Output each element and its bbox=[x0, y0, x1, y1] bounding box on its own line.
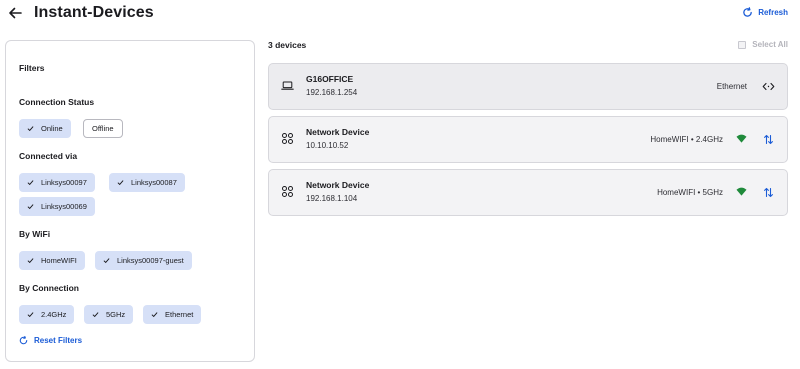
check-icon bbox=[27, 126, 34, 132]
filters-panel: Filters Connection Status Online Offline… bbox=[5, 40, 255, 362]
page-title: Instant-Devices bbox=[34, 4, 154, 21]
chip-label: Linksys00087 bbox=[131, 178, 177, 187]
check-icon bbox=[117, 180, 124, 186]
chip-offline[interactable]: Offline bbox=[83, 119, 123, 138]
by-wifi-title: By WiFi bbox=[19, 229, 51, 239]
device-card[interactable]: Network Device 192.168.1.104 HomeWIFI • … bbox=[268, 169, 788, 216]
reset-icon bbox=[19, 336, 28, 345]
chip-label: Offline bbox=[92, 124, 114, 133]
device-name: Network Device bbox=[306, 180, 370, 190]
device-name: G16OFFICE bbox=[306, 74, 354, 84]
connected-via-title: Connected via bbox=[19, 151, 78, 161]
by-connection-title: By Connection bbox=[19, 283, 79, 293]
check-icon bbox=[151, 312, 158, 318]
back-arrow-icon[interactable] bbox=[6, 4, 24, 22]
checkbox-icon bbox=[738, 40, 747, 49]
chip-homewifi[interactable]: HomeWIFI bbox=[19, 251, 85, 270]
device-card[interactable]: G16OFFICE 192.168.1.254 Ethernet bbox=[268, 63, 788, 110]
check-icon bbox=[103, 258, 110, 264]
chip-ethernet[interactable]: Ethernet bbox=[143, 305, 202, 324]
laptop-icon bbox=[281, 81, 294, 90]
device-name: Network Device bbox=[306, 127, 370, 137]
check-icon bbox=[92, 312, 99, 318]
device-count: 3 devices bbox=[268, 40, 307, 50]
chip-linksys00097-guest[interactable]: Linksys00097-guest bbox=[95, 251, 192, 270]
transfer-icon bbox=[764, 187, 773, 198]
reset-filters-label: Reset Filters bbox=[34, 336, 83, 345]
device-grid-icon bbox=[282, 186, 293, 197]
chip-2-4ghz[interactable]: 2.4GHz bbox=[19, 305, 75, 324]
ethernet-icon bbox=[762, 82, 775, 91]
device-ip: 192.168.1.104 bbox=[306, 194, 358, 203]
connection-status-title: Connection Status bbox=[19, 97, 95, 107]
chip-label: Linksys00069 bbox=[41, 202, 87, 211]
transfer-icon bbox=[764, 134, 773, 145]
chip-label: Linksys00097-guest bbox=[117, 256, 184, 265]
device-grid-icon bbox=[282, 133, 293, 144]
chip-label: Online bbox=[41, 124, 63, 133]
chip-5ghz[interactable]: 5GHz bbox=[84, 305, 134, 324]
check-icon bbox=[27, 258, 34, 264]
device-card[interactable]: Network Device 10.10.10.52 HomeWIFI • 2.… bbox=[268, 116, 788, 163]
top-bar: Instant-Devices Refresh bbox=[0, 0, 800, 30]
select-all-label: Select All bbox=[752, 40, 788, 49]
device-connection: Ethernet bbox=[716, 82, 747, 91]
device-ip: 192.168.1.254 bbox=[306, 88, 358, 97]
chip-label: Linksys00097 bbox=[41, 178, 87, 187]
check-icon bbox=[27, 312, 34, 318]
device-connection: HomeWIFI • 2.4GHz bbox=[650, 135, 723, 144]
chip-online[interactable]: Online bbox=[19, 119, 71, 138]
reset-filters-button[interactable]: Reset Filters bbox=[19, 336, 82, 345]
device-ip: 10.10.10.52 bbox=[306, 141, 349, 150]
chip-linksys00097[interactable]: Linksys00097 bbox=[19, 173, 95, 192]
check-icon bbox=[27, 204, 34, 210]
check-icon bbox=[27, 180, 34, 186]
chip-label: Ethernet bbox=[165, 310, 194, 319]
select-all-checkbox[interactable]: Select All bbox=[738, 40, 788, 49]
refresh-label: Refresh bbox=[758, 8, 788, 17]
chip-label: 2.4GHz bbox=[41, 310, 67, 319]
refresh-icon bbox=[743, 7, 753, 17]
chip-label: 5GHz bbox=[106, 310, 126, 319]
chip-label: HomeWIFI bbox=[41, 256, 77, 265]
refresh-button[interactable]: Refresh bbox=[742, 7, 788, 18]
wifi-icon bbox=[736, 134, 747, 143]
chip-linksys00087[interactable]: Linksys00087 bbox=[109, 173, 185, 192]
chip-linksys00069[interactable]: Linksys00069 bbox=[19, 197, 95, 216]
filters-heading: Filters bbox=[19, 63, 45, 73]
wifi-icon bbox=[736, 187, 747, 196]
device-connection: HomeWIFI • 5GHz bbox=[657, 188, 723, 197]
